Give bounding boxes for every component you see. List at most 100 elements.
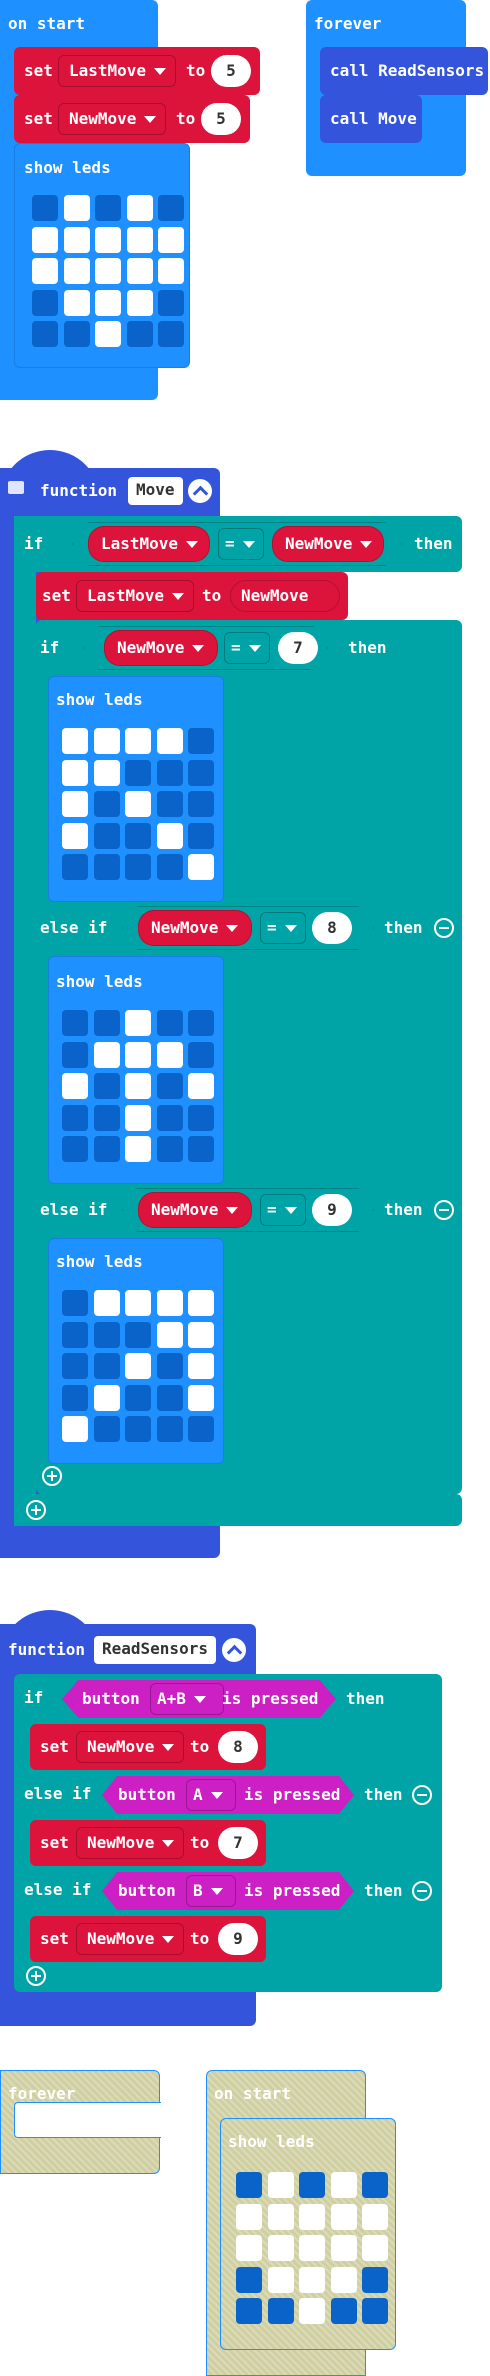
led-cell[interactable]: [126, 226, 153, 253]
led-cell[interactable]: [125, 1073, 151, 1099]
led-cell[interactable]: [126, 321, 153, 347]
led-cell[interactable]: [62, 1416, 88, 1442]
led-cell[interactable]: [158, 195, 184, 221]
led-cell[interactable]: [93, 759, 120, 786]
led-cell[interactable]: [125, 1290, 151, 1316]
led-cell[interactable]: [156, 822, 183, 849]
led-cell[interactable]: [188, 1384, 214, 1411]
led-cell[interactable]: [125, 759, 151, 786]
led-cell[interactable]: [156, 1353, 183, 1379]
led-cell[interactable]: [156, 728, 183, 754]
led-cell[interactable]: [125, 822, 151, 849]
led-cell[interactable]: [95, 195, 121, 221]
led-cell[interactable]: [62, 791, 88, 817]
add-branch-plus-icon[interactable]: [26, 1966, 46, 1986]
led-cell[interactable]: [362, 2235, 388, 2261]
led-cell[interactable]: [95, 321, 121, 347]
led-cell[interactable]: [125, 1104, 151, 1131]
led-grid[interactable]: [32, 195, 184, 347]
led-cell[interactable]: [188, 1353, 214, 1379]
led-cell[interactable]: [156, 1136, 183, 1162]
led-cell[interactable]: [330, 2298, 357, 2324]
led-cell[interactable]: [156, 1073, 183, 1099]
led-cell[interactable]: [62, 1290, 88, 1316]
led-cell[interactable]: [330, 2266, 357, 2293]
led-cell[interactable]: [125, 728, 151, 754]
led-cell[interactable]: [62, 1041, 88, 1068]
led-cell[interactable]: [126, 289, 153, 316]
remove-branch-minus-icon[interactable]: [412, 1881, 432, 1901]
led-cell[interactable]: [236, 2172, 262, 2198]
led-cell[interactable]: [156, 854, 183, 880]
led-cell[interactable]: [62, 822, 88, 849]
variable-newmove-pill[interactable]: NewMove: [272, 526, 384, 562]
led-cell[interactable]: [156, 1010, 183, 1036]
led-cell[interactable]: [267, 2235, 294, 2261]
led-cell[interactable]: [267, 2298, 294, 2324]
led-cell[interactable]: [299, 2298, 325, 2324]
led-cell[interactable]: [93, 1073, 120, 1099]
variable-newmove-pill[interactable]: NewMove: [104, 630, 218, 666]
led-cell[interactable]: [93, 791, 120, 817]
led-cell[interactable]: [156, 1290, 183, 1316]
led-cell[interactable]: [267, 2172, 294, 2198]
led-cell[interactable]: [125, 1416, 151, 1442]
operator-dropdown[interactable]: =: [260, 1194, 306, 1226]
led-cell[interactable]: [32, 289, 58, 316]
led-cell[interactable]: [188, 1290, 214, 1316]
led-cell[interactable]: [299, 2235, 325, 2261]
variable-dropdown-newmove[interactable]: NewMove: [76, 1827, 184, 1859]
led-cell[interactable]: [188, 728, 214, 754]
led-cell[interactable]: [125, 1010, 151, 1036]
led-cell[interactable]: [126, 195, 153, 221]
led-cell[interactable]: [188, 1416, 214, 1442]
add-branch-plus-icon[interactable]: [26, 1500, 46, 1520]
led-cell[interactable]: [125, 854, 151, 880]
led-cell[interactable]: [93, 1041, 120, 1068]
comment-icon[interactable]: [8, 481, 24, 494]
led-cell[interactable]: [125, 1041, 151, 1068]
led-cell[interactable]: [32, 258, 58, 284]
collapse-chevron-icon[interactable]: [222, 1638, 246, 1662]
led-cell[interactable]: [188, 1321, 214, 1348]
value-input-9[interactable]: 9: [218, 1923, 258, 1955]
led-cell[interactable]: [188, 1010, 214, 1036]
led-cell[interactable]: [125, 1136, 151, 1162]
led-cell[interactable]: [62, 759, 88, 786]
collapse-chevron-icon[interactable]: [188, 479, 212, 503]
led-cell[interactable]: [32, 321, 58, 347]
remove-branch-minus-icon[interactable]: [434, 918, 454, 938]
led-cell[interactable]: [63, 195, 90, 221]
remove-branch-minus-icon[interactable]: [412, 1785, 432, 1805]
led-cell[interactable]: [93, 1010, 120, 1036]
led-cell[interactable]: [95, 258, 121, 284]
led-cell[interactable]: [156, 1416, 183, 1442]
operator-dropdown[interactable]: =: [218, 528, 264, 560]
variable-dropdown-newmove[interactable]: NewMove: [58, 103, 166, 135]
led-cell[interactable]: [95, 289, 121, 316]
led-cell[interactable]: [62, 728, 88, 754]
led-cell[interactable]: [236, 2298, 262, 2324]
led-cell[interactable]: [93, 822, 120, 849]
led-cell[interactable]: [62, 1104, 88, 1131]
led-cell[interactable]: [156, 791, 183, 817]
button-dropdown-a[interactable]: A: [186, 1779, 236, 1811]
led-cell[interactable]: [93, 854, 120, 880]
led-cell[interactable]: [156, 1041, 183, 1068]
led-cell[interactable]: [63, 258, 90, 284]
value-input-newmove[interactable]: 5: [201, 103, 241, 135]
led-grid[interactable]: [62, 1010, 214, 1162]
value-input-8[interactable]: 8: [218, 1731, 258, 1763]
add-branch-plus-icon[interactable]: [42, 1466, 62, 1486]
led-cell[interactable]: [362, 2298, 388, 2324]
led-cell[interactable]: [62, 1384, 88, 1411]
led-cell[interactable]: [156, 759, 183, 786]
led-cell[interactable]: [62, 1073, 88, 1099]
led-cell[interactable]: [125, 1384, 151, 1411]
led-cell[interactable]: [62, 1353, 88, 1379]
led-cell[interactable]: [93, 1290, 120, 1316]
led-cell[interactable]: [126, 258, 153, 284]
led-cell[interactable]: [188, 791, 214, 817]
led-cell[interactable]: [236, 2266, 262, 2293]
function-name-readsensors[interactable]: ReadSensors: [94, 1636, 216, 1664]
